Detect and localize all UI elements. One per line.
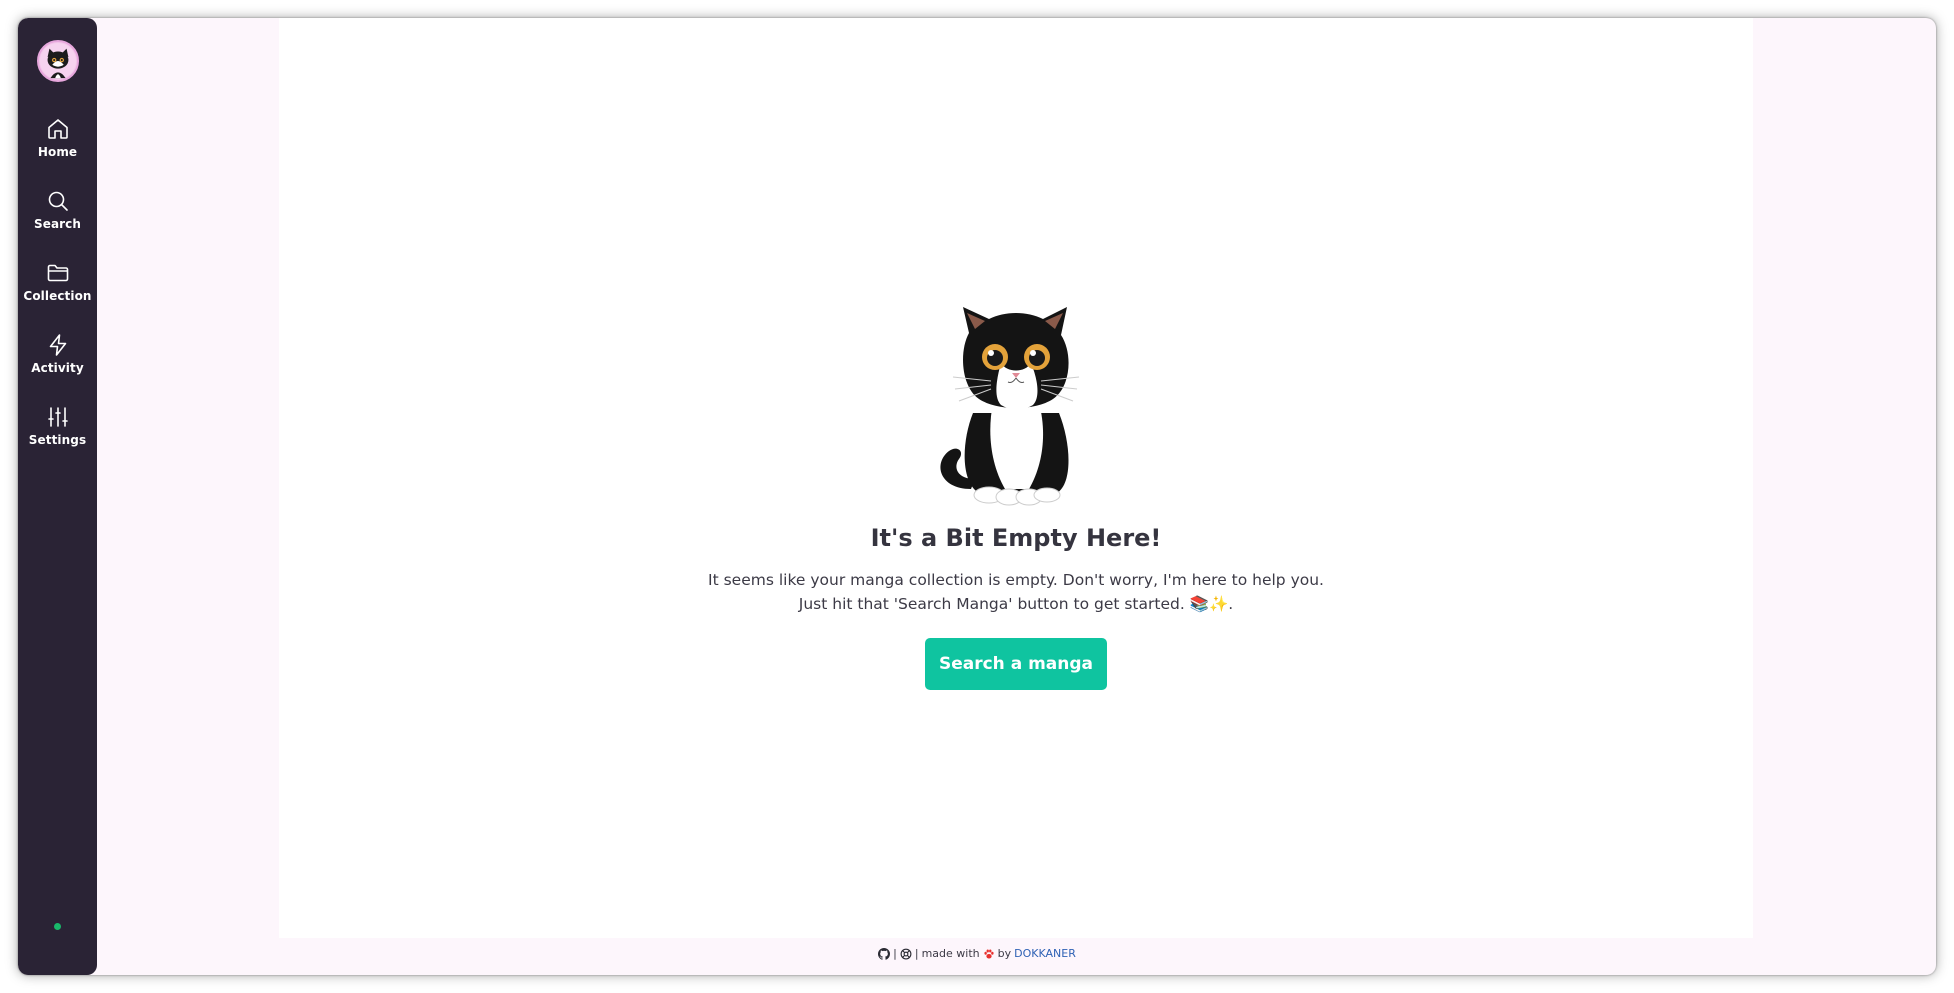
empty-state-message-line1: It seems like your manga collection is e… [708, 571, 1324, 589]
footer: | | made with by DOKKANER [18, 947, 1936, 960]
support-icon[interactable] [900, 948, 912, 960]
empty-state-message-line2: Just hit that 'Search Manga' button to g… [798, 595, 1234, 613]
sidebar-item-activity[interactable]: Activity [18, 330, 97, 402]
search-icon [48, 191, 68, 211]
sidebar-item-collection[interactable]: Collection [18, 258, 97, 330]
paw-icon [984, 949, 994, 958]
app-window: Home Search Collection Activity Settings… [18, 18, 1936, 975]
empty-state-message: It seems like your manga collection is e… [708, 568, 1324, 616]
author-link[interactable]: DOKKANER [1014, 947, 1076, 960]
footer-separator: | [914, 947, 919, 960]
sidebar-item-label: Settings [28, 433, 87, 447]
lightning-icon [49, 334, 66, 356]
main-content: It's a Bit Empty Here! It seems like you… [279, 18, 1753, 938]
connection-status-dot [54, 923, 61, 930]
folder-icon [47, 264, 68, 282]
app-logo[interactable] [36, 40, 79, 82]
home-icon [47, 119, 68, 139]
sidebar-item-settings[interactable]: Settings [18, 402, 97, 474]
sidebar-item-label: Search [33, 217, 82, 231]
sidebar-item-home[interactable]: Home [18, 114, 97, 186]
cat-logo-icon [39, 42, 76, 80]
footer-by: by [997, 947, 1012, 960]
search-manga-button[interactable]: Search a manga [925, 638, 1107, 690]
sidebar-item-label: Collection [23, 289, 92, 303]
sidebar-item-search[interactable]: Search [18, 186, 97, 258]
sad-cat-illustration [940, 307, 1080, 506]
github-icon[interactable] [878, 947, 891, 960]
sidebar-item-label: Home [37, 145, 78, 159]
sidebar: Home Search Collection Activity Settings [18, 18, 97, 975]
sidebar-nav: Home Search Collection Activity Settings [18, 114, 97, 474]
sidebar-item-label: Activity [31, 361, 84, 375]
empty-state: It's a Bit Empty Here! It seems like you… [279, 293, 1753, 690]
sliders-icon [47, 407, 68, 427]
empty-state-title: It's a Bit Empty Here! [870, 524, 1162, 552]
footer-made-with: made with [921, 947, 980, 960]
footer-separator: | [893, 947, 897, 960]
